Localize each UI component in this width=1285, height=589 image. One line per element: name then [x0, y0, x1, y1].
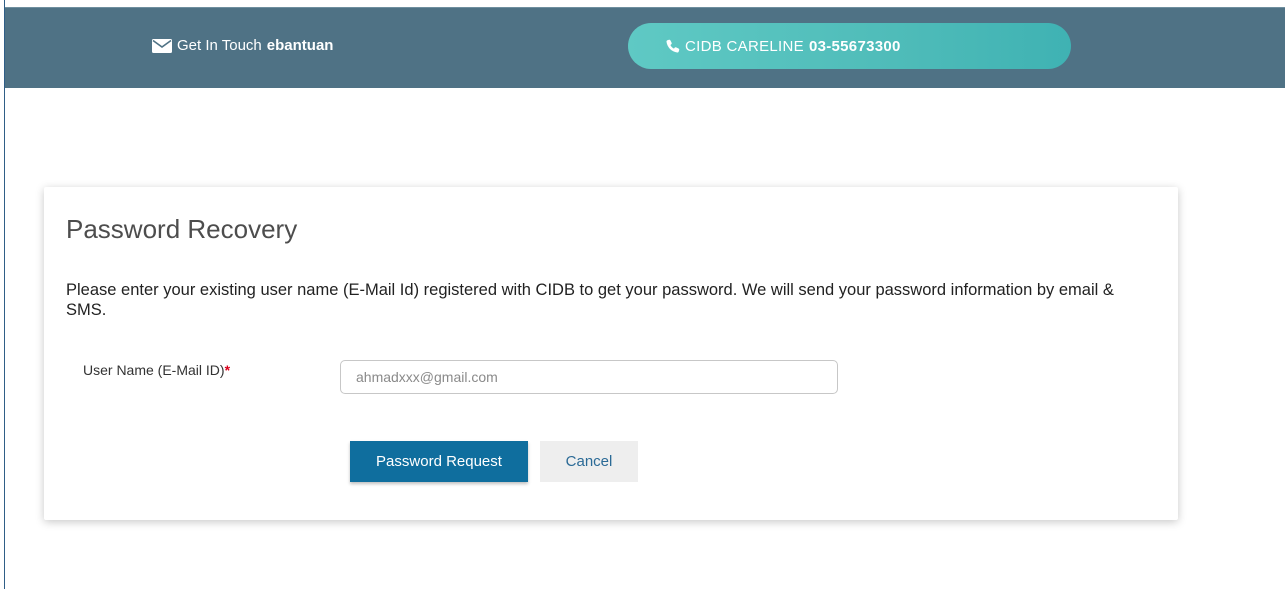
password-request-button[interactable]: Password Request	[350, 441, 528, 482]
careline-number: 03-55673300	[808, 37, 901, 55]
top-contact-bar: Get In Touch ebantuan CIDB CARELINE 03-5…	[5, 7, 1285, 88]
left-border	[4, 0, 5, 589]
careline-pill[interactable]: CIDB CARELINE 03-55673300	[628, 23, 1071, 69]
mail-icon	[152, 38, 172, 53]
contact-name: ebantuan	[266, 37, 334, 54]
username-label: User Name (E-Mail ID)*	[83, 362, 230, 378]
password-recovery-page: Get In Touch ebantuan CIDB CARELINE 03-5…	[0, 0, 1285, 589]
username-email-input[interactable]	[340, 360, 838, 394]
password-recovery-card: Password Recovery Please enter your exis…	[44, 187, 1178, 520]
contact-prefix: Get In Touch	[177, 37, 262, 54]
phone-icon	[666, 39, 680, 53]
contact-email-link[interactable]: Get In Touch ebantuan	[152, 37, 333, 54]
cancel-button[interactable]: Cancel	[540, 441, 638, 482]
required-marker: *	[224, 362, 231, 378]
careline-prefix: CIDB CARELINE	[685, 37, 804, 55]
recovery-instructions: Please enter your existing user name (E-…	[66, 281, 1114, 319]
username-label-text: User Name (E-Mail ID)	[83, 362, 225, 378]
page-title: Password Recovery	[66, 214, 298, 244]
